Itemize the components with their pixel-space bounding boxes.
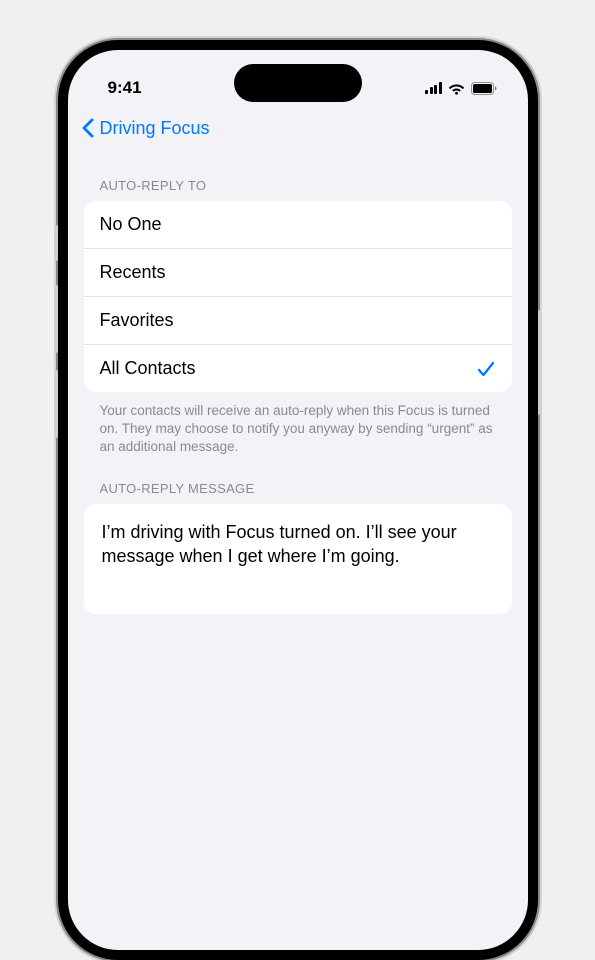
nav-bar[interactable]: Driving Focus [68, 108, 528, 148]
checkmark-icon [476, 359, 496, 379]
phone-frame: 9:41 [58, 40, 538, 960]
option-label: No One [100, 214, 162, 235]
dynamic-island [234, 64, 362, 102]
wifi-icon [448, 82, 465, 95]
cellular-signal-icon [425, 82, 442, 94]
auto-reply-message-input[interactable]: I’m driving with Focus turned on. I’ll s… [84, 504, 512, 614]
power-button [538, 310, 542, 415]
silent-switch [54, 225, 58, 261]
option-no-one[interactable]: No One [84, 201, 512, 249]
auto-reply-to-footer: Your contacts will receive an auto-reply… [84, 392, 512, 457]
chevron-left-icon [78, 116, 98, 140]
nav-back-label: Driving Focus [100, 118, 210, 139]
section-header-auto-reply-to: AUTO-REPLY TO [84, 148, 512, 201]
battery-icon [471, 82, 498, 95]
status-time: 9:41 [108, 78, 142, 98]
phone-screen: 9:41 [68, 50, 528, 950]
auto-reply-to-list: No One Recents Favorites All Contacts [84, 201, 512, 392]
option-label: Favorites [100, 310, 174, 331]
volume-up-button [54, 285, 58, 353]
section-header-auto-reply-message: AUTO-REPLY MESSAGE [84, 457, 512, 504]
option-recents[interactable]: Recents [84, 249, 512, 297]
content-area: AUTO-REPLY TO No One Recents Favorites A… [68, 148, 528, 614]
status-icons [425, 82, 498, 95]
option-all-contacts[interactable]: All Contacts [84, 345, 512, 392]
option-favorites[interactable]: Favorites [84, 297, 512, 345]
option-label: Recents [100, 262, 166, 283]
volume-down-button [54, 370, 58, 438]
option-label: All Contacts [100, 358, 196, 379]
